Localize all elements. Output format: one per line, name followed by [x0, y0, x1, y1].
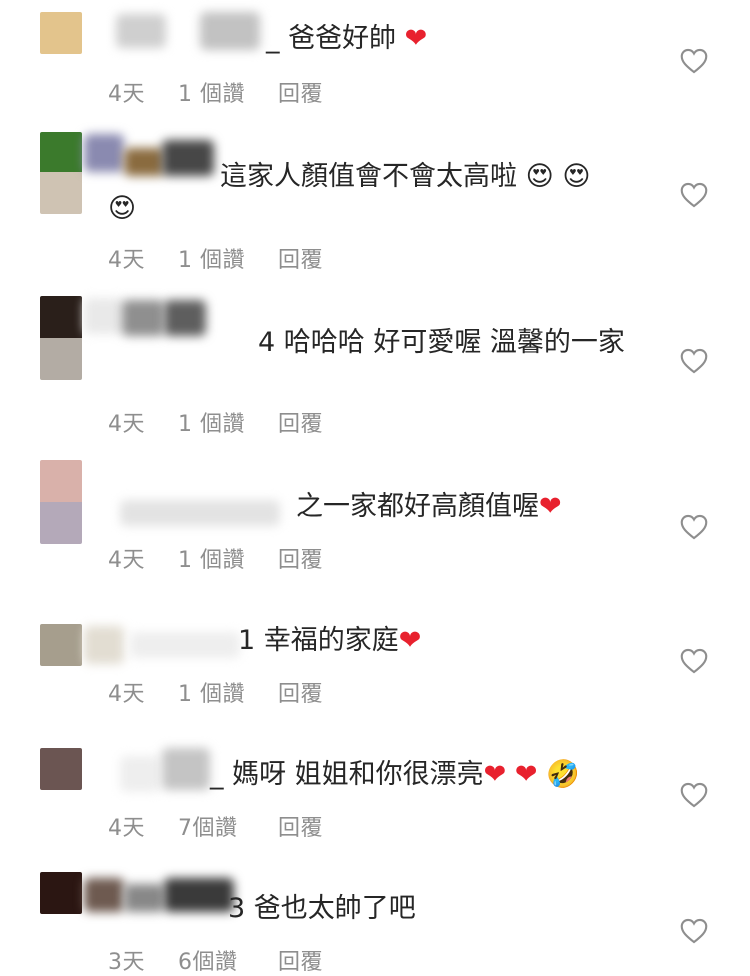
comment-meta: 4天 1 個讚 回覆 — [108, 542, 323, 574]
heart-outline-icon[interactable] — [680, 782, 708, 808]
comment-text-continued: 😍 — [108, 192, 648, 225]
comment-time: 4天 — [108, 816, 145, 841]
comment-body: 之一家都好高顏值喔 — [296, 491, 539, 522]
comment-time: 4天 — [108, 682, 145, 707]
comment-item: 4 哈哈哈 好可愛喔 溫馨的一家 4天 1 個讚 回覆 — [0, 290, 750, 450]
comment-time: 4天 — [108, 548, 145, 573]
avatar[interactable] — [40, 872, 82, 914]
like-count[interactable]: 1 個讚 — [178, 542, 278, 574]
comment-text: 這家人顏值會不會太高啦 😍 😍 — [108, 160, 740, 193]
comment-body: _ 爸爸好帥 — [266, 23, 397, 54]
like-count[interactable]: 1 個讚 — [178, 242, 278, 274]
reply-button[interactable]: 回覆 — [278, 676, 323, 708]
comment-time: 4天 — [108, 412, 145, 437]
comment-item: 1 幸福的家庭❤ 4天 1 個讚 回覆 — [0, 590, 750, 720]
reply-button[interactable]: 回覆 — [278, 542, 323, 574]
comment-body: 3 爸也太帥了吧 — [228, 893, 416, 924]
red-heart-emoji: ❤ — [539, 491, 562, 522]
avatar[interactable] — [40, 296, 82, 380]
comment-meta: 4天 1 個讚 回覆 — [108, 676, 323, 708]
comment-text: 4 哈哈哈 好可愛喔 溫馨的一家 — [108, 326, 750, 359]
heart-outline-icon[interactable] — [680, 348, 708, 374]
comment-item: 之一家都好高顏值喔❤ 4天 1 個讚 回覆 — [0, 450, 750, 590]
heart-outline-icon[interactable] — [680, 648, 708, 674]
comment-text: 1 幸福的家庭❤ — [108, 624, 748, 657]
comment-meta: 4天 1 個讚 回覆 — [108, 406, 323, 438]
comment-meta: 4天 1 個讚 回覆 — [108, 76, 323, 108]
comment-item: 3 爸也太帥了吧 3天 6個讚 回覆 — [0, 860, 750, 976]
heart-eyes-emoji: 😍 — [108, 193, 137, 224]
comment-body: 4 哈哈哈 好可愛喔 溫馨的一家 — [258, 327, 625, 358]
heart-outline-icon[interactable] — [680, 514, 708, 540]
rofl-emoji: 🤣 — [546, 759, 580, 790]
heart-outline-icon[interactable] — [680, 182, 708, 208]
avatar[interactable] — [40, 12, 82, 54]
comment-body: _ 媽呀 姐姐和你很漂亮 — [210, 759, 484, 790]
heart-outline-icon[interactable] — [680, 48, 708, 74]
red-heart-emoji: ❤ — [483, 759, 507, 790]
heart-eyes-emoji: 😍 — [562, 161, 591, 192]
heart-eyes-emoji: 😍 — [525, 161, 554, 192]
comment-meta: 4天 7個讚 回覆 — [108, 810, 323, 842]
like-count[interactable]: 1 個讚 — [178, 76, 278, 108]
like-count[interactable]: 7個讚 — [178, 810, 278, 842]
reply-button[interactable]: 回覆 — [278, 810, 323, 842]
comment-item: _ 爸爸好帥 ❤ 4天 1 個讚 回覆 — [0, 0, 750, 130]
red-heart-emoji: ❤ — [398, 625, 422, 656]
comment-text: _ 爸爸好帥 ❤ — [108, 22, 750, 55]
reply-button[interactable]: 回覆 — [278, 944, 323, 976]
comment-body: 這家人顏值會不會太高啦 — [220, 161, 517, 192]
red-heart-emoji: ❤ — [396, 23, 428, 54]
avatar[interactable] — [40, 748, 82, 790]
comment-text: 3 爸也太帥了吧 — [108, 892, 738, 925]
comment-meta: 3天 6個讚 回覆 — [108, 944, 323, 976]
comment-body: 1 幸福的家庭 — [238, 625, 399, 656]
comment-text: _ 媽呀 姐姐和你很漂亮❤ ❤ 🤣 — [108, 758, 750, 791]
avatar[interactable] — [40, 460, 82, 544]
comment-item: _ 媽呀 姐姐和你很漂亮❤ ❤ 🤣 4天 7個讚 回覆 — [0, 720, 750, 860]
like-count[interactable]: 6個讚 — [178, 944, 278, 976]
reply-button[interactable]: 回覆 — [278, 76, 323, 108]
reply-button[interactable]: 回覆 — [278, 406, 323, 438]
red-heart-emoji: ❤ — [514, 759, 538, 790]
comment-time: 4天 — [108, 82, 145, 107]
like-count[interactable]: 1 個讚 — [178, 676, 278, 708]
comment-item: 這家人顏值會不會太高啦 😍 😍 😍 4天 1 個讚 回覆 — [0, 130, 750, 290]
comment-text: 之一家都好高顏值喔❤ — [108, 490, 750, 523]
avatar[interactable] — [40, 624, 82, 666]
comment-meta: 4天 1 個讚 回覆 — [108, 242, 323, 274]
like-count[interactable]: 1 個讚 — [178, 406, 278, 438]
comment-time: 3天 — [108, 950, 145, 975]
reply-button[interactable]: 回覆 — [278, 242, 323, 274]
avatar[interactable] — [40, 132, 82, 214]
heart-outline-icon[interactable] — [680, 918, 708, 944]
comment-time: 4天 — [108, 248, 145, 273]
